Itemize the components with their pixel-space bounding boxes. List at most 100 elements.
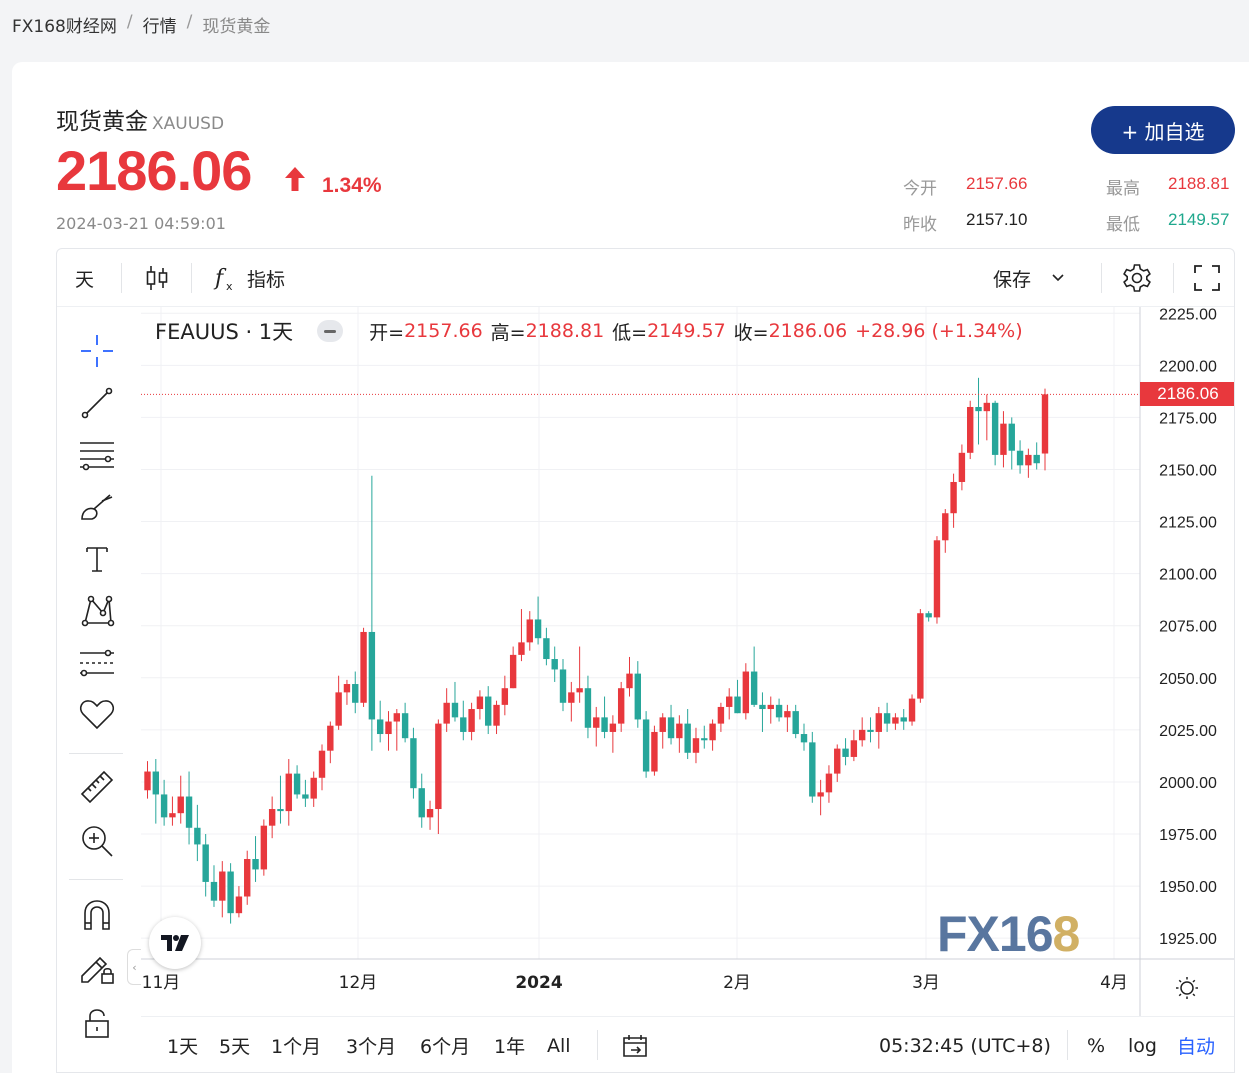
- candle-body: [352, 684, 359, 703]
- candle-body: [543, 638, 550, 660]
- add-watchlist-button[interactable]: + 加自选: [1091, 106, 1235, 154]
- lock-drawings-icon[interactable]: [77, 947, 117, 987]
- candle-body: [460, 717, 467, 732]
- candle-body: [501, 688, 509, 705]
- tradingview-logo[interactable]: [149, 917, 201, 969]
- candle-body: [858, 729, 866, 741]
- auto-scale-toggle[interactable]: 自动: [1177, 1017, 1215, 1072]
- percent-toggle[interactable]: %: [1087, 1017, 1105, 1072]
- candle-body: [509, 654, 517, 689]
- candle-body: [252, 859, 259, 870]
- svg-text:x: x: [226, 280, 233, 293]
- toolbar-collapse-tab[interactable]: ‹: [127, 949, 141, 985]
- low-value: 2149.57: [1168, 210, 1230, 229]
- indicators-button[interactable]: f x 指标: [213, 249, 285, 307]
- y-tick-label: 2150.00: [1159, 462, 1217, 479]
- candle-body: [701, 738, 708, 741]
- candle-body: [551, 659, 558, 670]
- lock-icon[interactable]: [77, 1003, 117, 1043]
- candle-body: [942, 513, 949, 541]
- breadcrumb-section[interactable]: 行情: [143, 12, 177, 37]
- brush-icon[interactable]: [77, 487, 117, 527]
- legend-low-key: 低=: [612, 321, 648, 344]
- candle-body: [152, 771, 160, 795]
- breadcrumb-home[interactable]: FX168财经网: [12, 12, 117, 37]
- candle-body: [485, 696, 492, 726]
- candle-body: [734, 696, 741, 714]
- theme-sun-icon[interactable]: [1176, 977, 1198, 999]
- text-tool-icon[interactable]: [77, 539, 117, 579]
- fx168-watermark: FX168: [937, 906, 1080, 962]
- fib-lines-icon[interactable]: [77, 435, 117, 475]
- candle-body: [260, 825, 268, 870]
- y-tick-label: 2000.00: [1159, 775, 1217, 792]
- candle-body: [750, 671, 758, 705]
- candle-body: [169, 813, 176, 818]
- open-value: 2157.66: [966, 174, 1028, 193]
- candle-body: [1025, 454, 1032, 466]
- crosshair-icon[interactable]: [77, 331, 117, 371]
- range-3m[interactable]: 3个月: [346, 1017, 396, 1072]
- chart-area[interactable]: 2225.00 2200.00 2175.00 2150.00 2125.00 2100.…: [141, 307, 1234, 1017]
- x-tick-label: 4月: [1100, 973, 1128, 993]
- candle-body: [410, 738, 417, 789]
- candle-body: [825, 773, 833, 793]
- range-all[interactable]: All: [547, 1017, 571, 1072]
- instrument-name: 现货黄金: [56, 109, 148, 135]
- candle-body: [443, 702, 450, 724]
- trend-line-icon[interactable]: [77, 383, 117, 423]
- candle-body: [850, 740, 858, 757]
- candle-body: [302, 794, 309, 799]
- legend-collapse-button[interactable]: [317, 320, 344, 342]
- y-tick-label: 2025.00: [1159, 723, 1217, 740]
- magnet-icon[interactable]: [77, 895, 117, 935]
- candle-body: [227, 871, 234, 914]
- candle-body: [676, 723, 683, 739]
- y-tick-label: 1975.00: [1159, 827, 1217, 844]
- candle-body: [1016, 450, 1024, 466]
- candle-body: [958, 452, 966, 482]
- high-value: 2188.81: [1168, 174, 1230, 193]
- zoom-in-icon[interactable]: [77, 821, 117, 861]
- candle-body: [376, 719, 384, 735]
- candle-body: [219, 871, 226, 901]
- x-tick-label: 3月: [912, 973, 940, 993]
- candle-body: [792, 711, 799, 735]
- pattern-icon[interactable]: [77, 591, 117, 631]
- candles-icon[interactable]: [145, 249, 169, 307]
- gear-icon[interactable]: [1121, 249, 1153, 307]
- log-toggle[interactable]: log: [1128, 1017, 1157, 1072]
- ruler-icon[interactable]: [77, 767, 117, 807]
- range-1y[interactable]: 1年: [494, 1017, 525, 1072]
- range-1m[interactable]: 1个月: [271, 1017, 321, 1072]
- fullscreen-icon[interactable]: [1193, 249, 1221, 307]
- range-1d[interactable]: 1天: [167, 1017, 198, 1072]
- candle-body: [883, 713, 891, 724]
- last-price: 2186.06: [56, 139, 252, 202]
- candle-body: [293, 773, 301, 795]
- candle-body: [642, 719, 650, 772]
- legend-symbol[interactable]: FEAUUS · 1天: [155, 316, 293, 346]
- forecast-icon[interactable]: [77, 643, 117, 683]
- interval-selector[interactable]: 天: [75, 249, 94, 307]
- candle-body: [526, 619, 533, 643]
- timezone-clock[interactable]: 05:32:45 (UTC+8): [879, 1017, 1051, 1072]
- save-button[interactable]: 保存: [993, 249, 1065, 307]
- candle-body: [476, 696, 484, 710]
- candle-body: [983, 402, 991, 412]
- candle-body: [235, 896, 243, 914]
- chart-toolbar: 天 f x 指标 保存: [57, 249, 1234, 307]
- range-6m[interactable]: 6个月: [420, 1017, 470, 1072]
- heart-icon[interactable]: [77, 695, 117, 735]
- candle-body: [975, 406, 982, 412]
- chart-bottom-bar: 1天 5天 1个月 3个月 6个月 1年 All 05:32:45 (UTC+8…: [141, 1017, 1234, 1072]
- candle-body: [368, 631, 376, 720]
- range-5d[interactable]: 5天: [219, 1017, 250, 1072]
- goto-date-icon[interactable]: [621, 1017, 649, 1072]
- candle-body: [559, 669, 567, 703]
- candle-body: [933, 540, 941, 618]
- drawing-toolbar: [57, 307, 137, 1072]
- candle-body: [967, 406, 974, 453]
- y-tick-label: 2200.00: [1159, 358, 1217, 375]
- y-tick-label: 2175.00: [1159, 410, 1217, 427]
